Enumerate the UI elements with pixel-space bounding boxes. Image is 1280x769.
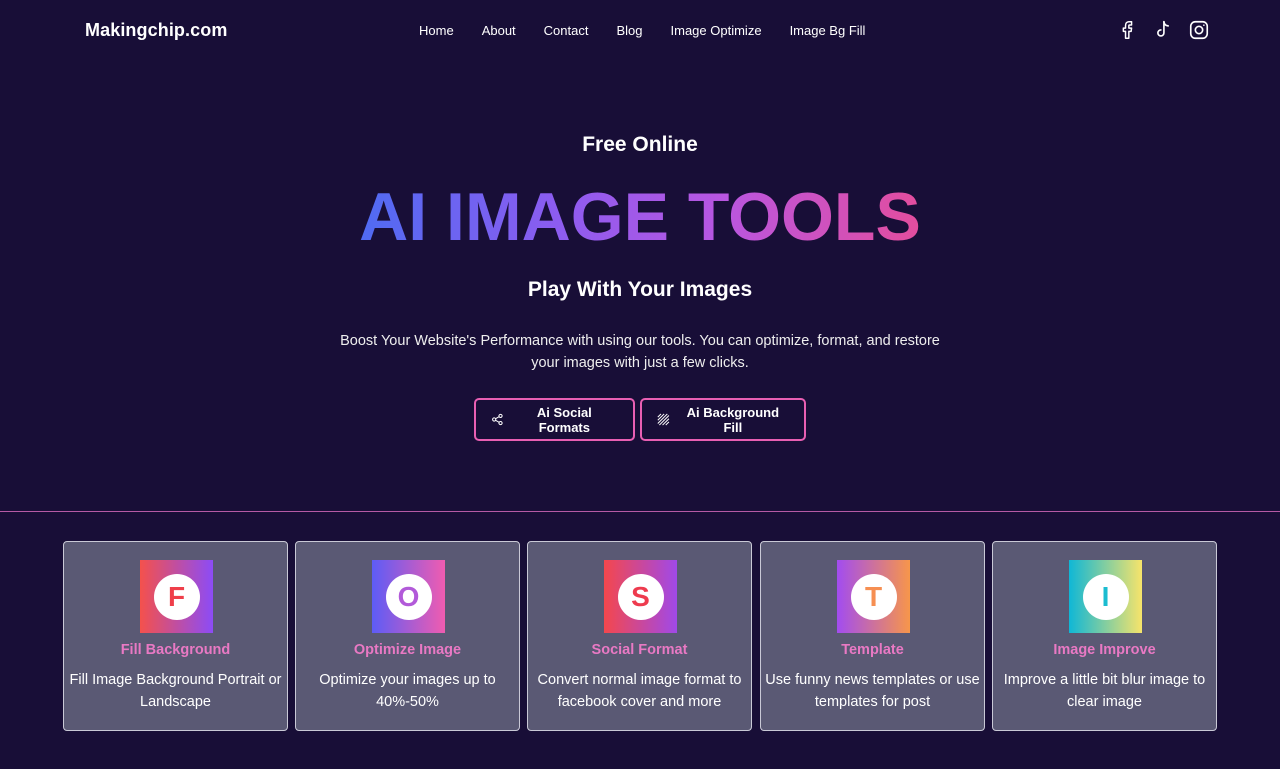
nav-image-bg-fill[interactable]: Image Bg Fill [776, 22, 880, 39]
ai-social-formats-label: Ai Social Formats [536, 404, 592, 435]
card-letter: I [1082, 573, 1129, 620]
ai-background-fill-label: Ai Background Fill [686, 404, 780, 435]
card-title: Template [841, 642, 904, 658]
section-divider [0, 511, 1280, 512]
card-letter: O [385, 573, 432, 620]
card-template[interactable]: T Template Use funny news templates or u… [760, 541, 985, 731]
card-image-improve[interactable]: I Image Improve Improve a little bit blu… [992, 541, 1217, 731]
card-letter: F [153, 573, 200, 620]
hero-title-text: AI IMAGE TOOLS [359, 179, 921, 255]
hero-pretitle: Free Online [582, 133, 698, 156]
card-optimize-image[interactable]: O Optimize Image Optimize your images up… [295, 541, 520, 731]
brand-logo[interactable]: Makingchip.com [85, 20, 227, 41]
nav-about[interactable]: About [468, 22, 530, 39]
navbar: Makingchip.com Home About Contact Blog I… [0, 0, 1280, 62]
main-nav: Home About Contact Blog Image Optimize I… [405, 22, 879, 39]
card-social-format[interactable]: S Social Format Convert normal image for… [527, 541, 752, 731]
page: Makingchip.com Home About Contact Blog I… [0, 0, 1280, 769]
instagram-icon[interactable] [1188, 19, 1210, 41]
facebook-icon[interactable] [1116, 19, 1138, 41]
cta-buttons: Ai Social Formats Ai Background Fill [0, 398, 1280, 441]
card-letter: T [850, 573, 897, 620]
hero-description: Boost Your Website's Performance with us… [340, 333, 940, 371]
social-links [1116, 19, 1210, 41]
fill-background-icon: F [140, 560, 213, 633]
ai-social-formats-button[interactable]: Ai Social Formats [474, 398, 635, 441]
nav-contact[interactable]: Contact [530, 22, 603, 39]
pattern-icon [657, 413, 670, 426]
card-description: Use funny news templates or use template… [765, 672, 980, 710]
nav-image-optimize[interactable]: Image Optimize [657, 22, 776, 39]
tool-cards: F Fill Background Fill Image Background … [63, 541, 1217, 731]
card-description: Improve a little bit blur image to clear… [1003, 672, 1206, 710]
card-title: Optimize Image [353, 642, 462, 658]
optimize-image-icon: O [372, 560, 445, 633]
image-improve-icon: I [1069, 560, 1142, 633]
social-format-icon: S [604, 560, 677, 633]
card-title: Social Format [591, 642, 688, 658]
ai-background-fill-button[interactable]: Ai Background Fill [640, 398, 806, 441]
hero-title: AI IMAGE TOOLS [0, 178, 1280, 256]
nav-blog[interactable]: Blog [602, 22, 656, 39]
card-title: Fill Background [120, 642, 231, 658]
card-description: Convert normal image format to facebook … [537, 672, 742, 710]
hero-subtitle: Play With Your Images [527, 278, 753, 301]
tiktok-icon[interactable] [1152, 19, 1174, 41]
card-letter: S [617, 573, 664, 620]
card-description: Fill Image Background Portrait or Landsc… [69, 672, 282, 710]
template-icon: T [837, 560, 910, 633]
share-icon [492, 413, 503, 426]
nav-home[interactable]: Home [405, 22, 468, 39]
card-description: Optimize your images up to 40%-50% [319, 672, 496, 710]
card-title: Image Improve [1053, 642, 1156, 658]
card-fill-background[interactable]: F Fill Background Fill Image Background … [63, 541, 288, 731]
